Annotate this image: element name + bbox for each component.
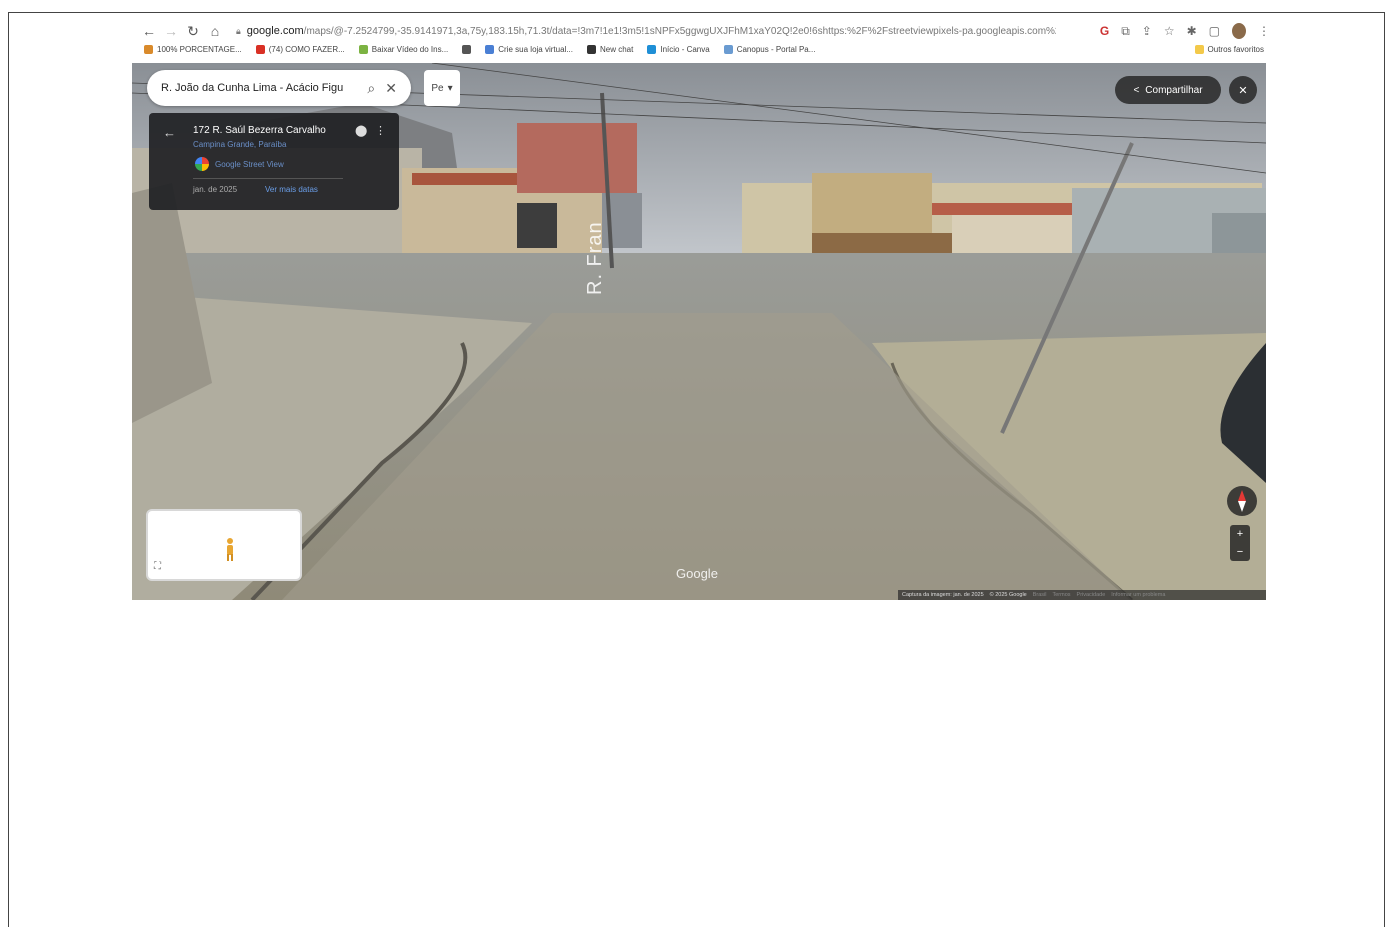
location-info-panel: ← 172 R. Saúl Bezerra Carvalho Campina G… (149, 113, 399, 210)
pegman-icon[interactable] (224, 537, 236, 563)
bookmark-favicon-icon (358, 44, 368, 54)
bookmark-favicon-icon (144, 44, 153, 54)
home-icon[interactable]: ⌂ (204, 23, 226, 39)
back-arrow-icon[interactable]: ← (163, 125, 176, 140)
bookmark-favicon-icon (723, 44, 733, 54)
expand-map-icon[interactable]: ⛶ (154, 561, 161, 572)
bookmark-favicon-icon (586, 44, 596, 54)
footer-link[interactable]: Brasil (1033, 592, 1047, 598)
location-address: 172 R. Saúl Bezerra Carvalho (193, 125, 326, 136)
sidebar-icon[interactable]: ▢ (1209, 24, 1220, 38)
other-bookmarks-folder[interactable]: Outros favoritos (1194, 44, 1264, 54)
translate-icon[interactable]: ⧉ (1121, 24, 1130, 39)
zoom-controls: + − (1230, 525, 1250, 561)
bookmark-item[interactable]: Início - Canva (647, 44, 710, 54)
forward-arrow-icon[interactable]: → (160, 23, 182, 39)
capture-date: jan. de 2025 (193, 185, 238, 194)
layer-label: Pe (431, 82, 444, 94)
bookmark-favicon-icon (462, 44, 472, 54)
clear-search-icon[interactable]: ✕ (385, 80, 397, 97)
toolbar-icons: G ⧉ ⇪ ☆ ✱ ▢ ⋮ (1100, 23, 1270, 39)
share-icon: < (1133, 84, 1140, 96)
share-page-icon[interactable]: ⇪ (1142, 24, 1152, 38)
bookmark-item[interactable]: Crie sua loja virtual... (485, 44, 573, 54)
compass[interactable] (1227, 486, 1257, 516)
google-logo: Google (676, 566, 718, 581)
avatar[interactable] (1232, 23, 1246, 39)
footer-link[interactable]: Informar um problema (1111, 592, 1165, 598)
compass-needle-icon (1238, 490, 1246, 512)
search-input[interactable]: R. João da Cunha Lima - Acácio Figu (161, 82, 357, 94)
copyright: © 2025 Google (989, 592, 1027, 598)
bookmark-label: (74) COMO FAZER... (268, 44, 345, 54)
url-path: /maps/@-7.2524799,-35.9141971,3a,75y,183… (303, 25, 1056, 37)
search-icon[interactable]: ⌕ (367, 80, 375, 97)
share-label: Compartilhar (1145, 84, 1203, 96)
bookmark-favicon-icon (647, 44, 657, 54)
share-button[interactable]: < Compartilhar (1115, 76, 1221, 104)
street-view-source: Google Street View (195, 157, 284, 171)
bookmark-favicon-icon (255, 44, 265, 54)
zoom-out-button[interactable]: − (1237, 546, 1243, 558)
footer-link[interactable]: Termos (1053, 592, 1071, 598)
bookmark-item[interactable]: (74) COMO FAZER... (255, 44, 345, 54)
bookmark-item[interactable]: Baixar Vídeo do Ins... (358, 44, 449, 54)
bookmark-item[interactable]: New chat (586, 44, 634, 54)
bookmark-label: Início - Canva (660, 44, 710, 54)
street-view-panorama[interactable]: R. Fran R. João da Cunha Lima - Acácio F… (132, 63, 1266, 600)
lock-icon: 🔒︎ (236, 25, 241, 36)
bookmark-item[interactable]: Canopus - Portal Pa... (723, 44, 816, 54)
url-domain: google.com (246, 25, 304, 37)
layer-select[interactable]: Pe ▾ (424, 70, 460, 106)
google-street-view-icon (195, 157, 209, 171)
more-options-icon[interactable]: ⋮ (375, 124, 386, 137)
map-pin-icon[interactable]: ⬤ (355, 124, 367, 137)
footer-link[interactable]: Privacidade (1077, 592, 1106, 598)
bookmark-label: Crie sua loja virtual... (498, 44, 573, 54)
reload-icon[interactable]: ↻ (182, 23, 204, 40)
zoom-in-button[interactable]: + (1237, 528, 1243, 540)
capture-info: Captura da imagem: jan. de 2025 (902, 592, 984, 598)
minimap[interactable]: ⛶ (146, 509, 302, 581)
extensions-icon[interactable]: ✱ (1187, 24, 1197, 38)
address-bar[interactable]: 🔒︎ google.com /maps/@-7.2524799,-35.9141… (236, 25, 1056, 37)
caret-down-icon: ▾ (447, 82, 453, 94)
folder-icon (1194, 44, 1204, 54)
more-dates-link[interactable]: Ver mais datas (265, 185, 318, 194)
google-icon[interactable]: G (1100, 24, 1109, 38)
bookmark-item[interactable]: 100% PORCENTAGE... (144, 44, 242, 54)
street-name-overlay: R. Fran (584, 221, 606, 295)
divider (193, 178, 343, 179)
star-icon[interactable]: ☆ (1164, 24, 1175, 38)
back-arrow-icon[interactable]: ← (138, 23, 160, 39)
source-label: Google Street View (215, 159, 284, 169)
bookmark-item[interactable] (462, 44, 472, 54)
search-box[interactable]: R. João da Cunha Lima - Acácio Figu ⌕ ✕ (147, 70, 411, 106)
attribution-footer: Captura da imagem: jan. de 2025 © 2025 G… (898, 590, 1266, 600)
location-city[interactable]: Campina Grande, Paraíba (193, 140, 286, 149)
bookmark-label: Canopus - Portal Pa... (736, 44, 816, 54)
bookmark-label: Baixar Vídeo do Ins... (371, 44, 449, 54)
bookmark-label: 100% PORCENTAGE... (157, 44, 242, 54)
other-bookmarks-label: Outros favoritos (1207, 44, 1264, 54)
close-street-view-button[interactable]: ✕ (1229, 76, 1257, 104)
menu-dots-icon[interactable]: ⋮ (1258, 24, 1270, 38)
bookmarks-bar: 100% PORCENTAGE... (74) COMO FAZER... Baix… (144, 41, 1264, 57)
close-icon: ✕ (1238, 84, 1248, 97)
bookmark-label: New chat (599, 44, 634, 54)
bookmark-favicon-icon (485, 44, 495, 54)
